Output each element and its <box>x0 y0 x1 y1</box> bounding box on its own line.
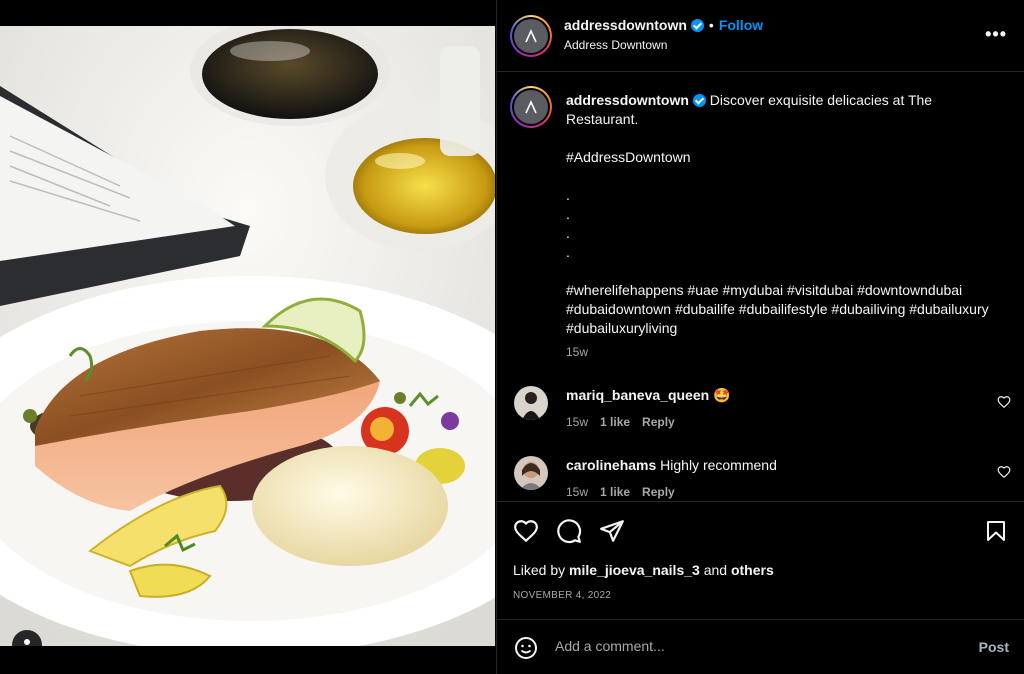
comment-input[interactable] <box>555 638 935 654</box>
comment-icon[interactable] <box>556 518 582 544</box>
likes-and: and <box>703 562 728 578</box>
caption-and-comments: addressdowntown Discover exquisite delic… <box>497 73 1024 501</box>
comment-text: Highly recommend <box>660 457 777 473</box>
comment-timestamp[interactable]: 15w <box>566 485 588 499</box>
user-tag-icon <box>24 639 30 645</box>
comment-heart-icon[interactable] <box>997 395 1011 409</box>
reply-button[interactable]: Reply <box>642 485 675 499</box>
comment-likes[interactable]: 1 like <box>600 415 630 429</box>
verified-icon <box>692 94 706 107</box>
salmon-dish-photo <box>0 26 495 646</box>
verified-icon <box>690 19 704 32</box>
post-comment-button[interactable]: Post <box>979 639 1009 655</box>
caption-username[interactable]: addressdowntown <box>566 92 689 108</box>
share-icon[interactable] <box>599 518 625 544</box>
liked-by-user[interactable]: mile_jioeva_nails_3 <box>569 562 700 578</box>
action-bar: Liked by mile_jioeva_nails_3 and others … <box>497 501 1024 619</box>
author-avatar[interactable] <box>510 15 552 57</box>
comment-text: 🤩 <box>713 387 731 403</box>
address-logo-icon <box>525 100 537 114</box>
commenter-username[interactable]: carolinehams <box>566 457 656 473</box>
more-options-icon[interactable]: ••• <box>985 24 1007 45</box>
post-image[interactable] <box>0 26 495 646</box>
post-header: addressdowntown • Follow Address Downtown … <box>497 0 1024 72</box>
bookmark-icon[interactable] <box>984 518 1008 544</box>
commenter-avatar[interactable] <box>514 386 548 420</box>
likes-summary: Liked by mile_jioeva_nails_3 and others <box>513 562 774 578</box>
caption-timestamp[interactable]: 15w <box>566 345 588 359</box>
post-panel: addressdowntown • Follow Address Downtown … <box>496 0 1024 674</box>
post-date[interactable]: NOVEMBER 4, 2022 <box>513 590 611 601</box>
address-logo-icon <box>525 29 537 43</box>
commenter-avatar[interactable] <box>514 456 548 490</box>
emoji-icon[interactable] <box>514 636 538 660</box>
post-location[interactable]: Address Downtown <box>564 38 667 52</box>
caption-avatar[interactable] <box>510 86 552 128</box>
caption: addressdowntown Discover exquisite delic… <box>566 91 1006 338</box>
liked-by-others[interactable]: others <box>731 562 774 578</box>
commenter-username[interactable]: mariq_baneva_queen <box>566 387 709 403</box>
comment-timestamp[interactable]: 15w <box>566 415 588 429</box>
likes-prefix: Liked by <box>513 562 566 578</box>
heart-icon[interactable] <box>513 518 539 544</box>
add-comment-bar: Post <box>497 619 1024 674</box>
comment-likes[interactable]: 1 like <box>600 485 630 499</box>
separator-dot: • <box>708 17 714 33</box>
reply-button[interactable]: Reply <box>642 415 675 429</box>
caption-text: Discover exquisite delicacies at The Res… <box>566 92 989 336</box>
author-username[interactable]: addressdowntown <box>564 17 687 33</box>
comment-heart-icon[interactable] <box>997 465 1011 479</box>
follow-button[interactable]: Follow <box>719 17 763 33</box>
